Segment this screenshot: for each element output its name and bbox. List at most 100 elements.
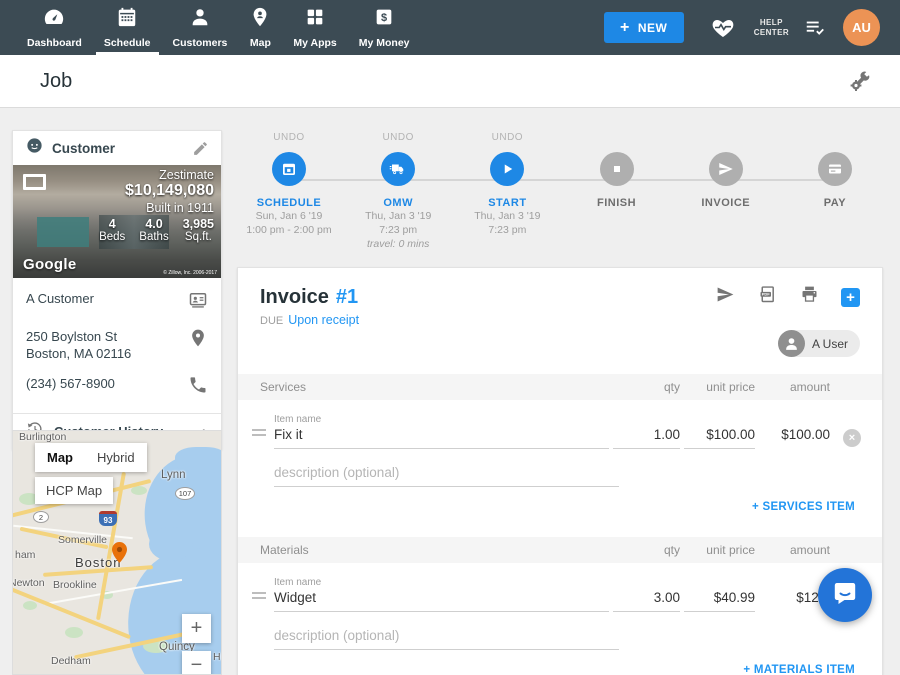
undo-schedule-button[interactable]: UNDO	[237, 132, 341, 144]
print-icon[interactable]	[799, 284, 820, 310]
amount-column-header: amount	[755, 543, 830, 557]
map-widget[interactable]: Burlington Lynn Somerville Boston ham Ne…	[12, 430, 222, 675]
apps-grid-icon	[304, 6, 326, 33]
item-name-label: Item name	[274, 577, 882, 588]
user-avatar[interactable]: AU	[843, 9, 880, 46]
new-button[interactable]: + NEW	[604, 12, 684, 43]
sqft-value: 3,985	[183, 217, 214, 231]
invoice-title: Invoice	[260, 286, 329, 309]
nav-my-money[interactable]: $ My Money	[348, 0, 421, 55]
invoice-panel: Invoice #1 PDF + DUE Upon receipt A User…	[237, 267, 883, 675]
fullscreen-icon[interactable]	[23, 174, 46, 190]
route-shield-107: 107	[175, 487, 195, 500]
map-label-hingham: Hi	[213, 651, 222, 663]
drag-handle[interactable]	[252, 592, 274, 612]
service-name-input[interactable]: Fix it	[274, 427, 609, 449]
nav-label: Map	[250, 37, 271, 49]
nav-map[interactable]: Map	[238, 0, 282, 55]
zestimate-label: Zestimate	[99, 168, 214, 182]
map-zoom-out-button[interactable]: −	[182, 651, 211, 675]
map-pin-icon	[249, 6, 271, 33]
map-type-map-button[interactable]: Map	[35, 443, 85, 472]
pdf-badge: PDF	[762, 292, 771, 297]
nav-schedule[interactable]: Schedule	[93, 0, 162, 55]
material-description-input[interactable]: description (optional)	[274, 628, 619, 650]
remove-service-item-button[interactable]: ×	[843, 429, 861, 447]
customer-card: Customer Zestimate $10,149,080 Built in …	[12, 130, 222, 450]
map-label-lynn: Lynn	[161, 469, 186, 481]
pay-step-button[interactable]	[818, 152, 852, 186]
map-label-newton: Newton	[12, 577, 45, 589]
map-zoom-in-button[interactable]: +	[182, 614, 211, 643]
schedule-step-button[interactable]	[272, 152, 306, 186]
amount-column-header: amount	[755, 380, 830, 394]
map-type-hybrid-button[interactable]: Hybrid	[85, 443, 147, 472]
customers-icon	[189, 6, 211, 33]
hcp-map-button[interactable]: HCP Map	[35, 477, 113, 504]
invoice-step-button[interactable]	[709, 152, 743, 186]
timeline-step-pay: PAY	[783, 132, 887, 251]
job-settings-icon[interactable]	[848, 69, 872, 93]
add-materials-item-button[interactable]: + MATERIALS ITEM	[238, 664, 882, 675]
address-line2: Boston, MA 02116	[26, 345, 131, 362]
service-qty-input[interactable]: 1.00	[613, 427, 680, 449]
pdf-icon[interactable]: PDF	[757, 284, 778, 310]
customer-details: A Customer 250 Boylston StBoston, MA 021…	[13, 278, 221, 400]
materials-section-header: Materials qty unit price amount	[238, 537, 882, 563]
service-description-input[interactable]: description (optional)	[274, 465, 619, 487]
main-nav: Dashboard Schedule Customers Map My Apps…	[0, 0, 421, 55]
step-label: OMW	[346, 197, 450, 209]
services-item-row: Item name Fix it 1.00 $100.00 $100.00 × …	[238, 400, 882, 537]
job-timeline: UNDO SCHEDULE Sun, Jan 6 '19 1:00 pm - 2…	[237, 132, 887, 260]
map-type-buttons: Map Hybrid	[35, 443, 147, 472]
help-center-button[interactable]: HELP CENTER	[754, 18, 789, 38]
top-navbar: Dashboard Schedule Customers Map My Apps…	[0, 0, 900, 55]
undo-omw-button[interactable]: UNDO	[346, 132, 450, 144]
service-amount: $100.00	[755, 427, 830, 449]
step-date: Sun, Jan 6 '19	[237, 209, 341, 223]
undo-start-button[interactable]: UNDO	[455, 132, 559, 144]
nav-dashboard[interactable]: Dashboard	[16, 0, 93, 55]
heart-pulse-icon[interactable]	[710, 16, 736, 40]
material-name-input[interactable]: Widget	[274, 590, 609, 612]
help-line1: HELP	[760, 18, 783, 28]
drag-handle[interactable]	[252, 429, 274, 449]
material-qty-input[interactable]: 3.00	[613, 590, 680, 612]
unit-price-column-header: unit price	[684, 543, 755, 557]
invoice-number-link[interactable]: #1	[336, 286, 358, 309]
map-label-waltham: ham	[15, 549, 35, 561]
customer-card-header: Customer	[13, 131, 221, 165]
chat-launcher-button[interactable]	[818, 568, 872, 622]
material-unit-price-input[interactable]: $40.99	[684, 590, 755, 612]
nav-customers[interactable]: Customers	[162, 0, 239, 55]
activity-list-icon[interactable]	[803, 17, 827, 39]
baths-label: Baths	[139, 231, 168, 243]
chat-icon	[831, 579, 859, 612]
customer-name: A Customer	[26, 290, 94, 307]
assigned-user-pill[interactable]: A User	[778, 330, 860, 357]
edit-customer-icon[interactable]	[192, 140, 209, 157]
phone-icon[interactable]	[188, 375, 208, 400]
baths-value: 4.0	[139, 217, 168, 231]
customer-card-title: Customer	[52, 141, 184, 156]
start-step-button[interactable]	[490, 152, 524, 186]
timeline-step-invoice: INVOICE	[674, 132, 778, 251]
map-label-burlington: Burlington	[19, 431, 66, 443]
add-services-item-button[interactable]: + SERVICES ITEM	[238, 501, 882, 537]
contact-card-icon[interactable]	[188, 290, 208, 315]
due-terms-link[interactable]: Upon receipt	[288, 313, 359, 327]
built-in: Built in 1911	[99, 201, 214, 215]
timeline-step-omw: UNDO OMW Thu, Jan 3 '19 7:23 pm travel: …	[346, 132, 450, 251]
finish-step-button[interactable]	[600, 152, 634, 186]
omw-step-button[interactable]	[381, 152, 415, 186]
job-location-marker	[112, 542, 127, 568]
map-park	[65, 627, 83, 638]
location-pin-icon[interactable]	[188, 328, 208, 353]
beds-label: Beds	[99, 231, 125, 243]
timeline-step-schedule: UNDO SCHEDULE Sun, Jan 6 '19 1:00 pm - 2…	[237, 132, 341, 251]
service-unit-price-input[interactable]: $100.00	[684, 427, 755, 449]
add-invoice-button[interactable]: +	[841, 288, 860, 307]
navbar-right: + NEW HELP CENTER AU	[604, 9, 900, 46]
send-invoice-icon[interactable]	[715, 284, 736, 310]
nav-my-apps[interactable]: My Apps	[282, 0, 347, 55]
